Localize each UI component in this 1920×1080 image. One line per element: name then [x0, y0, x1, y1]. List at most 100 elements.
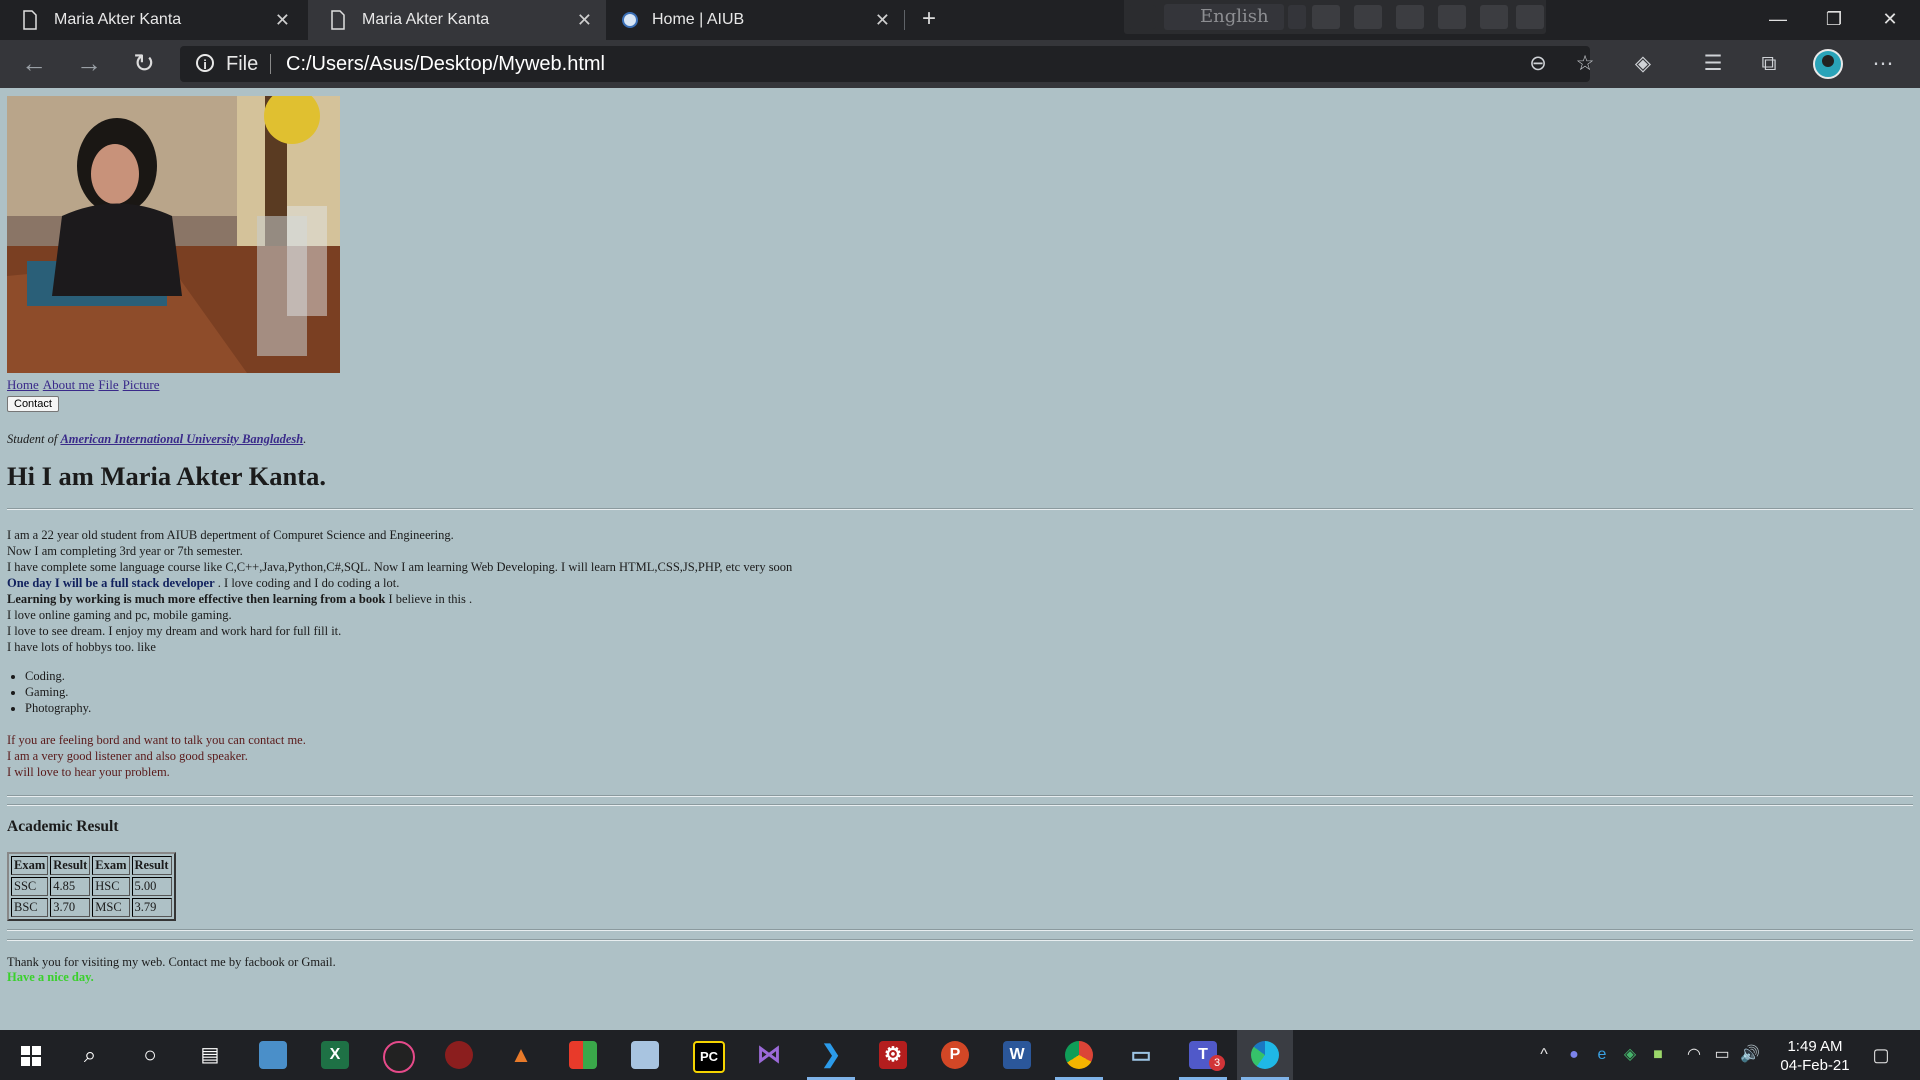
url-field[interactable]: i File C:/Users/Asus/Desktop/Myweb.html — [180, 46, 1590, 82]
close-icon[interactable]: ✕ — [275, 0, 290, 40]
laptop-icon[interactable]: ▭ — [1113, 1030, 1169, 1080]
volume-icon[interactable]: 🔊 — [1738, 1030, 1762, 1080]
security-tray-icon[interactable]: ■ — [1646, 1030, 1670, 1080]
avatar[interactable] — [1813, 49, 1843, 79]
info-icon[interactable]: i — [196, 54, 214, 72]
url-text[interactable]: C:/Users/Asus/Desktop/Myweb.html — [286, 46, 605, 82]
show-hidden-icons[interactable]: ^ — [1532, 1030, 1556, 1080]
app-tray-icon[interactable]: e — [1590, 1030, 1614, 1080]
excel-icon[interactable]: X — [307, 1030, 363, 1080]
tab-1[interactable]: Maria Akter Kanta ✕ — [0, 0, 304, 40]
goal-text: One day I will be a full stack developer — [7, 576, 215, 590]
bio-line: I have complete some language course lik… — [7, 560, 793, 574]
refresh-icon[interactable]: ↻ — [128, 48, 160, 80]
powerpoint-icon[interactable]: P — [927, 1030, 983, 1080]
photos-icon[interactable] — [245, 1030, 301, 1080]
notifications-icon[interactable]: ▢ — [1866, 1030, 1896, 1080]
pycharm-icon[interactable]: PC — [679, 1030, 735, 1080]
student-prefix: Student of — [7, 432, 58, 446]
search-icon[interactable]: ⌕ — [62, 1030, 118, 1080]
divider — [7, 795, 1913, 797]
student-line: Student of American International Univer… — [7, 432, 1913, 447]
table-cell: 4.85 — [50, 877, 91, 896]
tab-2[interactable]: Maria Akter Kanta ✕ — [308, 0, 606, 40]
teams-tray-icon[interactable]: ● — [1562, 1030, 1586, 1080]
section-divider — [7, 795, 1913, 806]
divider — [7, 939, 1913, 941]
table-cell: 3.70 — [50, 898, 91, 917]
battery-icon[interactable]: ▭ — [1710, 1030, 1734, 1080]
contact-button[interactable]: Contact — [7, 396, 59, 412]
start-icon[interactable] — [2, 1030, 58, 1080]
windows-logo-icon — [21, 1046, 41, 1066]
toolbar-icon[interactable] — [1312, 5, 1340, 29]
add-favorite-icon[interactable]: ☆ — [1572, 52, 1598, 78]
thanks-text: Thank you for visiting my web. Contact m… — [7, 955, 336, 969]
matlab-icon[interactable]: ▲ — [493, 1030, 549, 1080]
task-view-icon[interactable]: ▤ — [182, 1030, 238, 1080]
restore-button[interactable]: ❐ — [1806, 0, 1862, 40]
greeting-text: Have a nice day. — [7, 970, 94, 984]
nav-link-about[interactable]: About me — [43, 377, 95, 392]
toolbar-icon[interactable] — [1396, 5, 1424, 29]
box-icon[interactable] — [617, 1030, 673, 1080]
extension-tray-icon[interactable]: ◈ — [1618, 1030, 1642, 1080]
list-item: Photography. — [25, 700, 1913, 716]
language-select[interactable]: English — [1164, 4, 1284, 30]
table-row: BSC 3.70 MSC 3.79 — [11, 898, 172, 917]
minimize-button[interactable]: — — [1750, 0, 1806, 40]
close-icon[interactable]: ✕ — [577, 0, 592, 40]
close-icon[interactable] — [1516, 5, 1544, 29]
divider — [270, 54, 271, 74]
app-icon[interactable] — [555, 1030, 611, 1080]
new-tab-button[interactable]: + — [916, 0, 942, 40]
chrome-icon[interactable] — [1051, 1030, 1107, 1080]
collections-icon[interactable]: ⧉ — [1756, 52, 1782, 78]
column-header: Result — [50, 856, 91, 875]
list-item: Coding. — [25, 668, 1913, 684]
nav-link-home[interactable]: Home — [7, 377, 39, 392]
extension-icon[interactable]: ◈ — [1630, 52, 1656, 78]
forward-icon[interactable]: → — [73, 48, 105, 80]
zoom-out-icon[interactable]: ⊖ — [1525, 52, 1551, 78]
close-window-button[interactable]: ✕ — [1862, 0, 1918, 40]
contact-line: If you are feeling bord and want to talk… — [7, 733, 306, 747]
favorites-icon[interactable]: ☰ — [1700, 52, 1726, 78]
visual-studio-icon[interactable]: ⋈ — [741, 1030, 797, 1080]
help-icon[interactable] — [1480, 5, 1508, 29]
edge-icon[interactable] — [1237, 1030, 1293, 1080]
tab-strip: Maria Akter Kanta ✕ Maria Akter Kanta ✕ … — [0, 0, 1920, 40]
university-link[interactable]: American International University Bangla… — [60, 432, 303, 446]
chevron-down-icon[interactable] — [1288, 5, 1306, 29]
back-icon[interactable]: ← — [18, 48, 50, 80]
tab-title: Home | AIUB — [652, 11, 745, 28]
close-icon[interactable]: ✕ — [875, 0, 890, 40]
toolbar-icon[interactable] — [1354, 5, 1382, 29]
more-icon[interactable]: ⋯ — [1870, 52, 1896, 78]
teams-icon[interactable]: T 3 — [1175, 1030, 1231, 1080]
keyboard-icon[interactable] — [1128, 5, 1156, 29]
table-cell: 5.00 — [131, 877, 172, 896]
section-title: Academic Result — [7, 818, 119, 835]
nav-link-picture[interactable]: Picture — [123, 377, 160, 392]
nav-link-file[interactable]: File — [98, 377, 118, 392]
bio-text: . I love coding and I do coding a lot. — [214, 576, 400, 590]
tab-3[interactable]: Home | AIUB ✕ — [608, 0, 904, 40]
table-row: SSC 4.85 HSC 5.00 — [11, 877, 172, 896]
cortana-icon[interactable]: ○ — [122, 1030, 178, 1080]
speed-icon[interactable] — [431, 1030, 487, 1080]
word-icon[interactable]: W — [989, 1030, 1045, 1080]
divider — [7, 804, 1913, 806]
settings-icon[interactable]: ⚙ — [865, 1030, 921, 1080]
clock[interactable]: 1:49 AM 04-Feb-21 — [1760, 1037, 1870, 1075]
table-cell: 3.79 — [131, 898, 172, 917]
app-icon[interactable] — [369, 1030, 425, 1080]
bio-line: Now I am completing 3rd year or 7th seme… — [7, 544, 243, 558]
page-title: Hi I am Maria Akter Kanta. — [7, 461, 326, 491]
divider — [7, 929, 1913, 931]
web-page: Home About me File Picture Contact Student … — [7, 96, 1913, 985]
toolbar-icon[interactable] — [1438, 5, 1466, 29]
wifi-icon[interactable]: ◠ — [1682, 1030, 1706, 1080]
vscode-icon[interactable]: ❯ — [803, 1030, 859, 1080]
notification-badge: 3 — [1209, 1055, 1225, 1071]
